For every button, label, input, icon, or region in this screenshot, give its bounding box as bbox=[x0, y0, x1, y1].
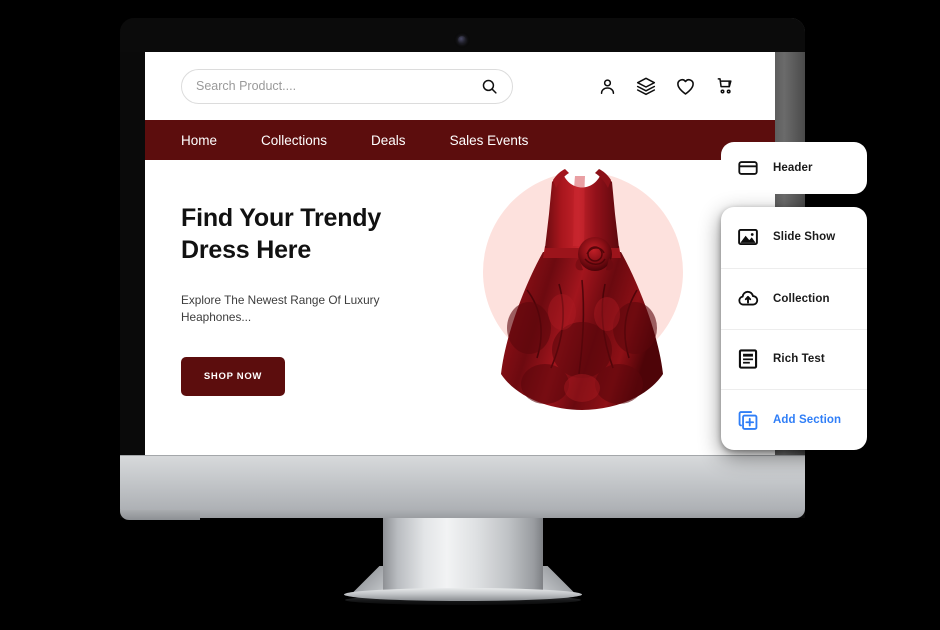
shop-now-button[interactable]: SHOP NOW bbox=[181, 357, 285, 397]
hero-text-block: Find Your Trendy Dress Here Explore The … bbox=[145, 160, 465, 456]
monitor-stand-neck bbox=[383, 518, 543, 596]
cart-icon[interactable] bbox=[715, 76, 735, 96]
site-nav: Home Collections Deals Sales Events bbox=[145, 120, 775, 160]
search-icon[interactable] bbox=[481, 78, 498, 95]
nav-item-deals[interactable]: Deals bbox=[371, 133, 406, 148]
card-icon bbox=[737, 157, 759, 179]
section-card-header-label: Header bbox=[773, 162, 813, 174]
section-item-slide-show[interactable]: Slide Show bbox=[721, 207, 867, 268]
camera-dot-icon bbox=[458, 36, 466, 44]
hero-subtitle: Explore The Newest Range Of Luxury Heaph… bbox=[181, 293, 380, 325]
nav-item-home[interactable]: Home bbox=[181, 133, 217, 148]
document-text-icon bbox=[737, 348, 759, 370]
monitor-screen: Home Collections Deals Sales Events Find… bbox=[145, 52, 775, 456]
section-item-label: Add Section bbox=[773, 414, 842, 427]
image-icon bbox=[737, 226, 759, 248]
account-icon[interactable] bbox=[598, 77, 617, 96]
site-header bbox=[145, 52, 775, 120]
section-card-header[interactable]: Header bbox=[721, 142, 867, 194]
section-item-label: Slide Show bbox=[773, 231, 836, 244]
search-box[interactable] bbox=[181, 68, 513, 104]
section-item-add-section[interactable]: Add Section bbox=[721, 389, 867, 450]
cloud-upload-icon bbox=[737, 288, 759, 310]
section-item-label: Collection bbox=[773, 292, 830, 305]
monitor-stand-base bbox=[344, 588, 582, 601]
add-square-icon bbox=[737, 409, 759, 431]
header-icon-group bbox=[598, 76, 763, 97]
heart-icon[interactable] bbox=[675, 76, 696, 97]
monitor-chin bbox=[120, 456, 805, 518]
layers-icon[interactable] bbox=[636, 76, 656, 96]
nav-item-collections[interactable]: Collections bbox=[261, 133, 327, 148]
section-item-label: Rich Test bbox=[773, 353, 825, 366]
hero-title-line1: Find Your Trendy bbox=[181, 204, 382, 232]
nav-item-sales-events[interactable]: Sales Events bbox=[450, 133, 529, 148]
monitor-chin-left-shadow bbox=[120, 510, 200, 520]
section-item-collection[interactable]: Collection bbox=[721, 267, 867, 329]
monitor-top-bezel bbox=[120, 18, 805, 52]
hero-section: Find Your Trendy Dress Here Explore The … bbox=[145, 160, 775, 456]
hero-title-line2: Dress Here bbox=[181, 236, 312, 264]
dress-image bbox=[467, 162, 697, 414]
hero-title: Find Your Trendy Dress Here bbox=[181, 202, 431, 266]
search-input[interactable] bbox=[196, 79, 481, 93]
section-list-card: Slide Show Collection Rich Test Add Sect… bbox=[721, 207, 867, 450]
section-item-rich-test[interactable]: Rich Test bbox=[721, 328, 867, 390]
screenshot-stage: Home Collections Deals Sales Events Find… bbox=[0, 0, 940, 630]
